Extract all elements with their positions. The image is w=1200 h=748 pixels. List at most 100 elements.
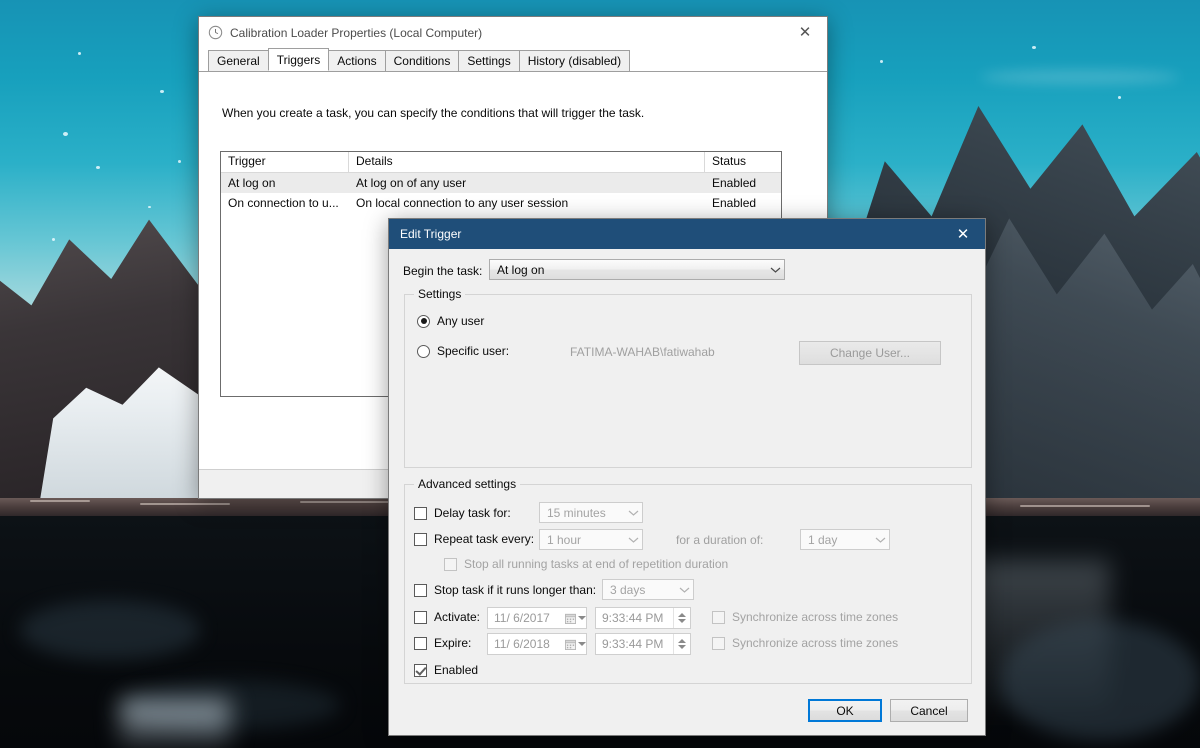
radio-dot-icon: [417, 345, 430, 358]
checkbox-stop-all-running-tasks[interactable]: Stop all running tasks at end of repetit…: [444, 557, 728, 571]
repeat-task-value: 1 hour: [540, 533, 624, 547]
sync-activate-label: Synchronize across time zones: [732, 610, 898, 624]
star: [78, 52, 81, 55]
checkbox-sync-expire[interactable]: Synchronize across time zones: [712, 636, 898, 650]
duration-value: 1 day: [801, 533, 871, 547]
star: [63, 132, 68, 136]
cancel-button[interactable]: Cancel: [890, 699, 968, 722]
star: [880, 60, 883, 63]
cell-trigger: At log on: [221, 176, 349, 190]
water-reflection-light: [120, 700, 230, 748]
radio-specific-user-label: Specific user:: [437, 344, 509, 358]
expire-time-value: 9:33:44 PM: [596, 637, 673, 651]
chevron-down-icon: [766, 266, 784, 274]
star: [160, 90, 164, 93]
delay-task-label: Delay task for:: [434, 506, 511, 520]
cell-status: Enabled: [705, 196, 781, 210]
close-icon[interactable]: ✕: [941, 219, 985, 249]
checkbox-sync-activate[interactable]: Synchronize across time zones: [712, 610, 898, 624]
edit-trigger-title-bar[interactable]: Edit Trigger ✕: [389, 219, 985, 249]
column-header-trigger[interactable]: Trigger: [221, 152, 349, 172]
specific-user-value: FATIMA-WAHAB\fatiwahab: [570, 345, 715, 359]
stop-task-longer-dropdown[interactable]: 3 days: [602, 579, 694, 600]
shore-highlight: [140, 503, 230, 505]
close-icon[interactable]: ✕: [783, 17, 827, 48]
star: [96, 166, 100, 169]
chevron-down-icon: [871, 536, 889, 544]
duration-label: for a duration of:: [676, 533, 763, 547]
checkbox-activate[interactable]: Activate:: [414, 610, 480, 624]
cloud: [980, 70, 1180, 84]
spinner-up-icon[interactable]: [678, 613, 686, 617]
checkbox-box-icon: [414, 584, 427, 597]
expire-label: Expire:: [434, 636, 471, 650]
tab-settings[interactable]: Settings: [458, 50, 519, 71]
checkbox-repeat-task[interactable]: Repeat task every:: [414, 532, 534, 546]
properties-tab-strip[interactable]: General Triggers Actions Conditions Sett…: [199, 49, 827, 72]
spinner-down-icon[interactable]: [678, 619, 686, 623]
expire-time-spinner[interactable]: [673, 634, 690, 654]
table-row[interactable]: On connection to u... On local connectio…: [221, 193, 781, 213]
triggers-description: When you create a task, you can specify …: [222, 106, 644, 120]
triggers-list-header[interactable]: Trigger Details Status: [221, 152, 781, 173]
duration-dropdown[interactable]: 1 day: [800, 529, 890, 550]
checkbox-enabled[interactable]: Enabled: [414, 663, 478, 677]
tab-actions[interactable]: Actions: [328, 50, 385, 71]
change-user-button[interactable]: Change User...: [799, 341, 941, 365]
tab-triggers[interactable]: Triggers: [268, 48, 330, 71]
chevron-down-icon: [578, 616, 586, 620]
properties-title-bar[interactable]: Calibration Loader Properties (Local Com…: [199, 17, 827, 49]
expire-date-picker[interactable]: 11/ 6/2018: [487, 633, 587, 655]
activate-date-picker[interactable]: 11/ 6/2017: [487, 607, 587, 629]
chevron-down-icon: [624, 536, 642, 544]
star: [178, 160, 181, 163]
advanced-settings-group-title: Advanced settings: [414, 477, 520, 491]
activate-time-field[interactable]: 9:33:44 PM: [595, 607, 691, 629]
activate-time-spinner[interactable]: [673, 608, 690, 628]
activate-date-value: 11/ 6/2017: [488, 611, 564, 625]
spinner-down-icon[interactable]: [678, 645, 686, 649]
edit-trigger-dialog[interactable]: Edit Trigger ✕ Begin the task: At log on…: [388, 218, 986, 736]
settings-group-title: Settings: [414, 287, 465, 301]
delay-task-value: 15 minutes: [540, 506, 624, 520]
tab-general[interactable]: General: [208, 50, 269, 71]
cell-trigger: On connection to u...: [221, 196, 349, 210]
checkbox-stop-task-longer[interactable]: Stop task if it runs longer than:: [414, 583, 596, 597]
calendar-icon[interactable]: [564, 639, 586, 650]
calendar-icon[interactable]: [564, 613, 586, 624]
stop-task-longer-value: 3 days: [603, 583, 675, 597]
expire-time-field[interactable]: 9:33:44 PM: [595, 633, 691, 655]
checkbox-box-icon: [444, 558, 457, 571]
clock-icon: [208, 25, 223, 40]
checkbox-box-icon: [414, 664, 427, 677]
ok-button[interactable]: OK: [808, 699, 882, 722]
tab-history[interactable]: History (disabled): [519, 50, 630, 71]
delay-task-dropdown[interactable]: 15 minutes: [539, 502, 643, 523]
radio-any-user[interactable]: Any user: [417, 314, 484, 328]
radio-any-user-label: Any user: [437, 314, 484, 328]
expire-date-value: 11/ 6/2018: [488, 637, 564, 651]
checkbox-delay-task[interactable]: Delay task for:: [414, 506, 511, 520]
chevron-down-icon: [675, 586, 693, 594]
column-header-status[interactable]: Status: [705, 152, 781, 172]
cell-details: At log on of any user: [349, 176, 705, 190]
checkbox-box-icon: [712, 611, 725, 624]
sync-expire-label: Synchronize across time zones: [732, 636, 898, 650]
checkbox-expire[interactable]: Expire:: [414, 636, 471, 650]
checkbox-box-icon: [414, 533, 427, 546]
settings-group: Settings: [404, 294, 972, 468]
stop-task-longer-label: Stop task if it runs longer than:: [434, 583, 596, 597]
edit-trigger-title: Edit Trigger: [400, 227, 941, 241]
radio-dot-icon: [417, 315, 430, 328]
begin-task-dropdown[interactable]: At log on: [489, 259, 785, 280]
table-row[interactable]: At log on At log on of any user Enabled: [221, 173, 781, 193]
repeat-task-dropdown[interactable]: 1 hour: [539, 529, 643, 550]
radio-specific-user[interactable]: Specific user:: [417, 344, 509, 358]
shore-highlight: [30, 500, 90, 502]
tab-conditions[interactable]: Conditions: [385, 50, 460, 71]
spinner-up-icon[interactable]: [678, 639, 686, 643]
repeat-task-label: Repeat task every:: [434, 532, 534, 546]
column-header-details[interactable]: Details: [349, 152, 705, 172]
star: [148, 206, 151, 208]
properties-window-title: Calibration Loader Properties (Local Com…: [230, 26, 783, 40]
